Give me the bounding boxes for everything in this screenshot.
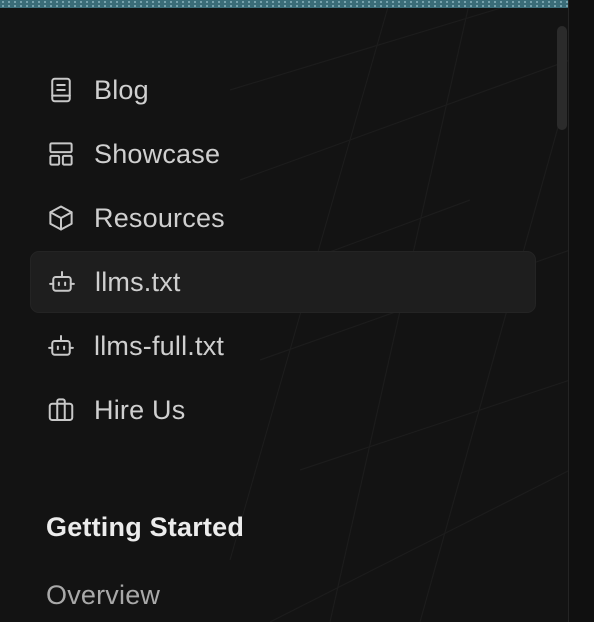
- bot-icon: [47, 267, 77, 297]
- sidebar-item-resources[interactable]: Resources: [30, 186, 536, 250]
- sidebar-item-llms-txt[interactable]: llms.txt: [30, 251, 536, 313]
- bot-icon: [46, 331, 76, 361]
- sidebar-item-label: llms.txt: [95, 266, 181, 297]
- sidebar-item-label: llms-full.txt: [94, 330, 225, 361]
- box-icon: [46, 203, 76, 233]
- sidebar-item-label: Blog: [94, 74, 149, 105]
- briefcase-icon: [46, 395, 76, 425]
- sidebar-item-label: Resources: [94, 202, 225, 233]
- sidebar-item-showcase[interactable]: Showcase: [30, 122, 536, 186]
- sidebar-item-blog[interactable]: Blog: [30, 58, 536, 122]
- book-icon: [46, 75, 76, 105]
- sidebar-item-label: Hire Us: [94, 394, 186, 425]
- layout-icon: [46, 139, 76, 169]
- section-link-overview[interactable]: Overview: [46, 580, 160, 611]
- section-heading-getting-started: Getting Started: [46, 512, 245, 542]
- sidebar-item-hire-us[interactable]: Hire Us: [30, 378, 536, 442]
- top-accent-strip: [0, 0, 570, 8]
- sidebar: Blog Showcase Resources llms.txt llms-fu…: [0, 8, 568, 622]
- content-pane-edge: [569, 0, 594, 622]
- sidebar-nav-list: Blog Showcase Resources llms.txt llms-fu…: [30, 58, 536, 442]
- sidebar-scrollbar-thumb[interactable]: [557, 26, 567, 130]
- sidebar-item-label: Showcase: [94, 138, 221, 169]
- sidebar-item-llms-full-txt[interactable]: llms-full.txt: [30, 314, 536, 378]
